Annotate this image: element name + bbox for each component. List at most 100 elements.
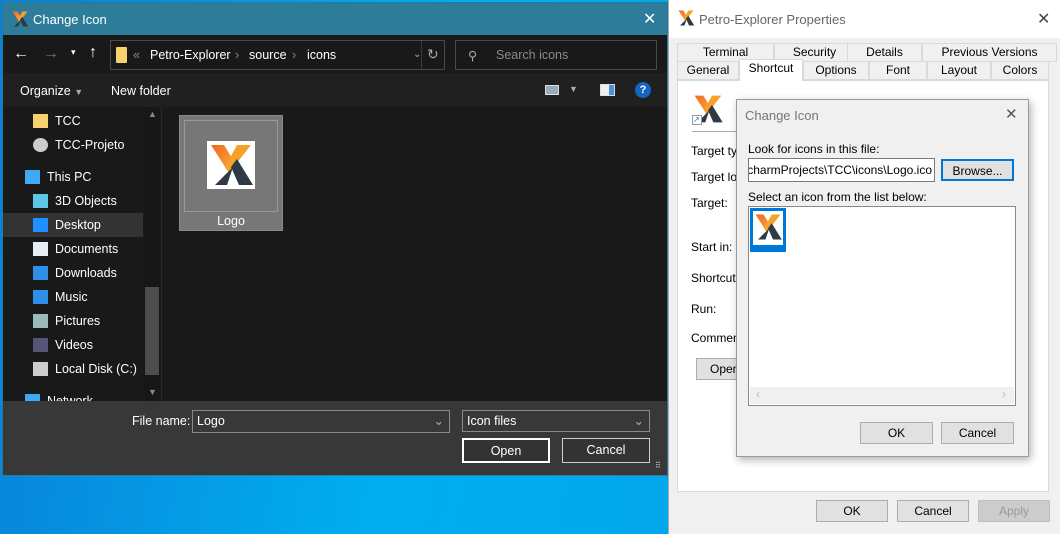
window-title: Change Icon bbox=[33, 12, 107, 27]
close-button[interactable]: ✕ bbox=[1037, 9, 1050, 29]
scroll-right-icon[interactable]: › bbox=[1002, 387, 1006, 401]
field-label: Run: bbox=[691, 302, 717, 316]
icon-file-path-input[interactable]: 'ycharmProjects\TCC\icons\Logo.ico bbox=[748, 158, 935, 182]
sidebar-item-label: Local Disk (C:) bbox=[55, 362, 137, 376]
search-placeholder: Search icons bbox=[496, 48, 569, 62]
sidebar-item-this-pc[interactable]: This PC bbox=[3, 165, 143, 189]
sidebar-item-label: Desktop bbox=[55, 218, 101, 232]
close-button[interactable]: ✕ bbox=[1005, 105, 1018, 123]
apply-button: Apply bbox=[978, 500, 1050, 522]
sidebar-item-3d-objects[interactable]: 3D Objects bbox=[3, 189, 143, 213]
navigation-pane: TCC TCC-Projeto This PC 3D Objects Desktop Do… bbox=[3, 107, 161, 401]
forward-button[interactable]: → bbox=[43, 45, 59, 63]
address-bar[interactable]: « Petro-Explorer › source › icons ⌄ ↻ bbox=[110, 40, 445, 70]
sidebar-item-tcc-projeto[interactable]: TCC-Projeto bbox=[3, 133, 143, 157]
tab-colors[interactable]: Colors bbox=[991, 61, 1049, 80]
folder-icon bbox=[116, 47, 127, 63]
app-logo-icon bbox=[11, 10, 29, 28]
file-item-logo[interactable]: Logo bbox=[179, 115, 283, 231]
dialog-title: Change Icon bbox=[745, 108, 819, 123]
sidebar-item-label: Documents bbox=[55, 242, 119, 256]
breadcrumb-separator-icon: › bbox=[235, 48, 240, 62]
new-folder-button[interactable]: New folder bbox=[111, 84, 171, 98]
search-input[interactable]: ⚲ Search icons bbox=[455, 40, 657, 70]
recent-locations-chevron-icon[interactable]: ▾ bbox=[71, 47, 76, 58]
sidebar-item-downloads[interactable]: Downloads bbox=[3, 261, 143, 285]
preview-pane-icon[interactable] bbox=[600, 84, 615, 96]
file-name-input[interactable]: Logo ⌄ bbox=[192, 410, 450, 433]
sidebar-item-network[interactable]: Network bbox=[3, 389, 143, 401]
field-label: Start in: bbox=[691, 240, 733, 254]
music-icon bbox=[33, 290, 48, 304]
help-icon[interactable]: ? bbox=[635, 82, 651, 98]
cube-icon bbox=[33, 194, 48, 208]
divider bbox=[421, 41, 422, 69]
scrollbar-thumb[interactable] bbox=[145, 287, 159, 375]
app-logo-icon bbox=[677, 9, 695, 27]
scroll-left-icon[interactable]: ‹ bbox=[756, 387, 760, 401]
open-button[interactable]: Open bbox=[462, 438, 550, 463]
view-options-icon[interactable] bbox=[545, 85, 559, 95]
breadcrumb-item[interactable]: source bbox=[249, 48, 287, 62]
view-dropdown-icon[interactable]: ▼ bbox=[569, 84, 578, 94]
disk-icon bbox=[33, 362, 48, 376]
title-bar: Change Icon ✕ bbox=[3, 3, 667, 35]
ok-button[interactable]: OK bbox=[816, 500, 888, 522]
ok-button[interactable]: OK bbox=[860, 422, 933, 444]
sidebar-item-tcc[interactable]: TCC bbox=[3, 109, 143, 133]
field-label: Target: bbox=[691, 196, 728, 210]
tab-options[interactable]: Options bbox=[803, 61, 869, 80]
sidebar-item-pictures[interactable]: Pictures bbox=[3, 309, 143, 333]
sidebar-item-label: 3D Objects bbox=[55, 194, 117, 208]
organize-button[interactable]: Organize ▼ bbox=[20, 84, 83, 98]
download-icon bbox=[33, 266, 48, 280]
breadcrumb-overflow[interactable]: « bbox=[133, 48, 140, 62]
breadcrumb-item[interactable]: Petro-Explorer bbox=[150, 48, 231, 62]
sidebar-item-music[interactable]: Music bbox=[3, 285, 143, 309]
change-icon-dialog: Change Icon ✕ Look for icons in this fil… bbox=[736, 99, 1029, 457]
scroll-up-icon[interactable]: ▲ bbox=[148, 109, 157, 119]
cancel-button[interactable]: Cancel bbox=[941, 422, 1014, 444]
file-name-label: Logo bbox=[217, 214, 245, 228]
folder-icon bbox=[33, 114, 48, 128]
pictures-icon bbox=[33, 314, 48, 328]
up-button[interactable]: ↑ bbox=[89, 44, 97, 62]
tab-shortcut[interactable]: Shortcut bbox=[739, 59, 803, 81]
sidebar-item-local-disk-c[interactable]: Local Disk (C:) bbox=[3, 357, 143, 381]
logo-thumbnail bbox=[207, 141, 255, 189]
tab-details[interactable]: Details bbox=[847, 43, 922, 62]
tab-previous-versions[interactable]: Previous Versions bbox=[922, 43, 1057, 62]
sidebar-item-label: Videos bbox=[55, 338, 93, 352]
tab-font[interactable]: Font bbox=[869, 61, 927, 80]
cancel-button[interactable]: Cancel bbox=[897, 500, 969, 522]
sidebar-item-label: Pictures bbox=[55, 314, 101, 328]
refresh-icon[interactable]: ↻ bbox=[427, 46, 439, 63]
shortcut-icon: ↗ bbox=[692, 93, 724, 125]
sidebar-item-label: Music bbox=[55, 290, 88, 304]
sidebar-item-label: Downloads bbox=[55, 266, 117, 280]
file-list: Logo bbox=[161, 107, 667, 401]
file-open-dialog: Change Icon ✕ ← → ▾ ↑ « Petro-Explorer ›… bbox=[2, 2, 668, 476]
scroll-down-icon[interactable]: ▼ bbox=[148, 387, 157, 397]
back-button[interactable]: ← bbox=[13, 45, 29, 63]
sidebar-item-desktop[interactable]: Desktop bbox=[3, 213, 143, 237]
horizontal-scrollbar[interactable]: ‹ › bbox=[750, 387, 1014, 404]
sidebar-scrollbar[interactable]: ▲ ▼ bbox=[144, 107, 160, 401]
close-button[interactable]: ✕ bbox=[643, 9, 656, 29]
resize-grip-icon[interactable]: ⠿ bbox=[655, 461, 661, 470]
file-type-select[interactable]: Icon files ⌄ bbox=[462, 410, 650, 432]
computer-icon bbox=[25, 170, 40, 184]
sidebar-item-label: This PC bbox=[47, 170, 92, 184]
tab-general[interactable]: General bbox=[677, 61, 739, 80]
videos-icon bbox=[33, 338, 48, 352]
dialog-footer: File name: Logo ⌄ Icon files ⌄ Open Cancel… bbox=[3, 401, 667, 475]
breadcrumb-item[interactable]: icons bbox=[307, 48, 336, 62]
browse-button[interactable]: Browse... bbox=[941, 159, 1014, 181]
file-name-label: File name: bbox=[132, 414, 191, 428]
icon-list-item[interactable] bbox=[750, 208, 786, 252]
sidebar-item-documents[interactable]: Documents bbox=[3, 237, 143, 261]
sidebar-item-videos[interactable]: Videos bbox=[3, 333, 143, 357]
tab-layout[interactable]: Layout bbox=[927, 61, 991, 80]
cancel-button[interactable]: Cancel bbox=[562, 438, 650, 463]
divider bbox=[692, 131, 742, 132]
